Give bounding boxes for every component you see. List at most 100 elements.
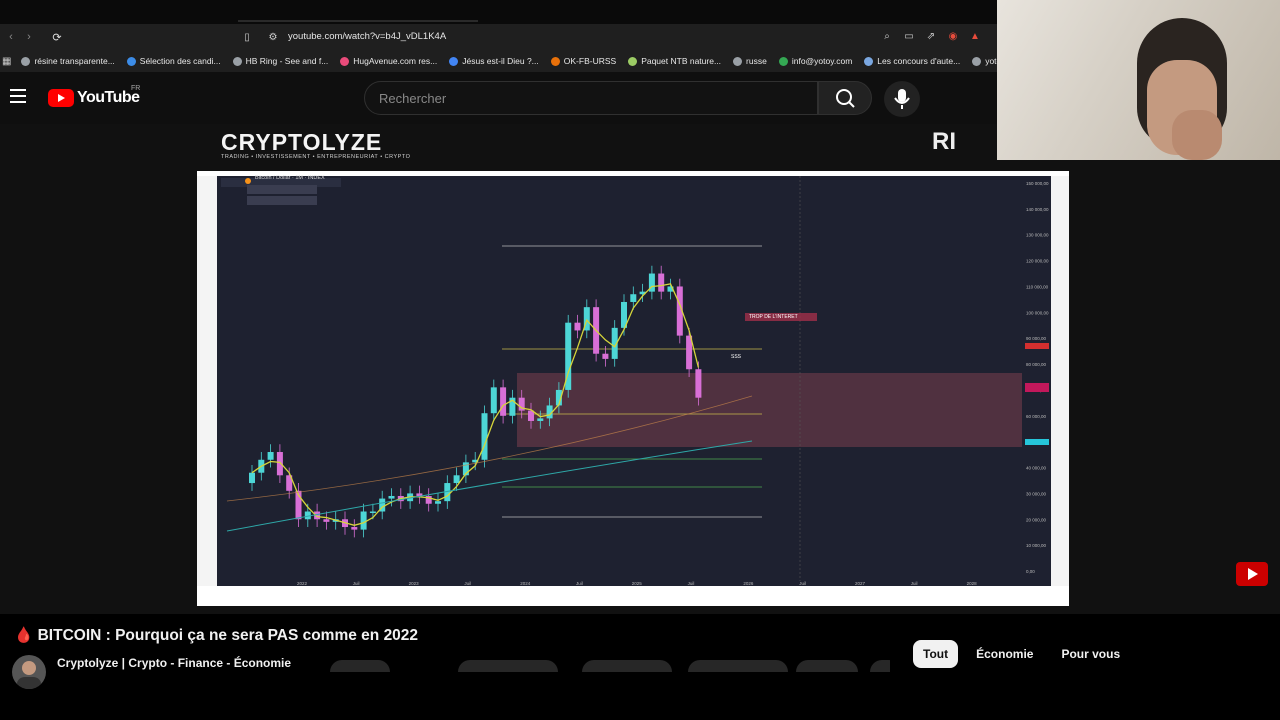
x-tick-label: 2027: [855, 581, 866, 586]
extension-icon[interactable]: ◉: [946, 29, 960, 43]
video-brand-title: CRYPTOLYZE: [221, 129, 383, 155]
search-icon: [836, 89, 855, 108]
bookmark-favicon-icon: [778, 56, 788, 66]
x-tick-label: 2024: [520, 581, 531, 586]
bookmark-item[interactable]: Jésus est-il Dieu ?...: [449, 56, 539, 66]
y-tick-label: 100 000,00: [1026, 310, 1049, 315]
bookmark-favicon-icon: [232, 56, 242, 66]
video-partner-logo: RI: [932, 128, 956, 155]
action-rate-partial[interactable]: [458, 660, 558, 672]
y-tick-label: 60 000,00: [1026, 414, 1047, 419]
bookmark-item[interactable]: Sélection des candi...: [126, 56, 221, 66]
search-placeholder: Rechercher: [379, 91, 447, 106]
channel-name[interactable]: Cryptolyze | Crypto - Finance - Économie: [57, 656, 291, 670]
webcam-overlay: [997, 0, 1280, 160]
bookmark-icon[interactable]: ▯: [240, 30, 254, 44]
candle: [695, 369, 702, 398]
bookmark-favicon-icon: [628, 56, 638, 66]
candle: [369, 511, 376, 514]
bookmark-item[interactable]: Paquet NTB nature...: [628, 56, 721, 66]
candle: [360, 511, 367, 530]
subscribe-watermark-icon[interactable]: [1235, 559, 1269, 593]
bookmark-favicon-icon: [550, 56, 560, 66]
video-title: 🩸 BITCOIN : Pourquoi ça ne sera PAS comm…: [14, 627, 419, 644]
active-tab-indicator: [238, 20, 478, 22]
bookmark-label: Paquet NTB nature...: [641, 56, 722, 66]
search-input[interactable]: Rechercher: [364, 81, 818, 115]
bookmark-label: HugAvenue.com res...: [353, 56, 438, 66]
apps-icon[interactable]: ▦: [2, 54, 11, 68]
candle: [630, 294, 637, 302]
chart-label-sss: SSS: [731, 354, 742, 360]
action-save-partial[interactable]: [688, 660, 788, 672]
avatar-icon: [17, 661, 41, 689]
y-tick-label: 90 000,00: [1026, 336, 1047, 341]
x-tick-label: Juil: [688, 581, 695, 586]
candle: [602, 353, 609, 359]
search-button[interactable]: [818, 81, 872, 115]
bookmark-item[interactable]: HB Ring - See and f...: [232, 56, 329, 66]
bookmark-item[interactable]: HugAvenue.com res...: [340, 56, 437, 66]
bookmark-item[interactable]: Les concours d'aute...: [864, 56, 960, 66]
x-tick-label: Juil: [353, 581, 360, 586]
chart-header: Bitcoin / Dollar · 1M · INDEX: [255, 175, 325, 181]
bookmark-item[interactable]: info@yotoy.com: [778, 56, 853, 66]
chart-annotation: TROP DE L'INTERET: [749, 314, 798, 320]
candle: [249, 472, 255, 484]
y-tick-label: 130 000,00: [1026, 233, 1049, 238]
bookmark-label: russe: [746, 56, 767, 66]
action-clip-partial[interactable]: [796, 660, 858, 672]
share-icon[interactable]: ⇗: [924, 29, 938, 43]
candle: [537, 418, 544, 421]
y-tick-label: 120 000,00: [1026, 259, 1049, 264]
recommendation-chips: Tout Économie Pour vous: [913, 640, 1130, 668]
y-tick-label: 140 000,00: [1026, 207, 1049, 212]
bookmark-item[interactable]: OK-FB-URSS: [550, 56, 616, 66]
bookmark-label: Jésus est-il Dieu ?...: [462, 56, 539, 66]
candle: [658, 273, 665, 292]
reload-icon[interactable]: ⟳: [50, 30, 64, 44]
candle: [435, 501, 441, 504]
chip-for-you[interactable]: Pour vous: [1051, 640, 1130, 668]
action-more-partial[interactable]: [870, 660, 890, 672]
menu-icon[interactable]: [10, 89, 26, 107]
forward-icon[interactable]: ›: [22, 30, 36, 44]
cast-icon[interactable]: ▭: [902, 29, 916, 43]
y-tick-label: 80 000,00: [1026, 362, 1047, 367]
profile-icon[interactable]: ▲: [968, 29, 982, 43]
bookmark-label: info@yotoy.com: [791, 56, 853, 66]
x-tick-label: 2023: [409, 581, 420, 586]
back-icon[interactable]: ‹: [4, 30, 18, 44]
site-info-icon[interactable]: ⚙: [266, 30, 280, 44]
video-actions-row: [330, 660, 890, 672]
bookmark-label: résine transparente...: [34, 56, 115, 66]
zoom-icon[interactable]: ⌕: [880, 29, 894, 43]
bookmark-item[interactable]: russe: [733, 56, 767, 66]
bookmark-label: Les concours d'aute...: [877, 56, 961, 66]
chip-economy[interactable]: Économie: [966, 640, 1043, 668]
bookmark-item[interactable]: résine transparente...: [21, 56, 115, 66]
bookmark-item[interactable]: yotoy: [972, 56, 997, 66]
url-field[interactable]: youtube.com/watch?v=b4J_vDL1K4A: [288, 31, 446, 42]
action-share-partial[interactable]: [582, 660, 672, 672]
x-tick-label: 2028: [967, 581, 978, 586]
x-tick-label: 2025: [632, 581, 643, 586]
youtube-logo[interactable]: YouTube: [48, 89, 140, 107]
y-tick-label: 0,00: [1026, 569, 1035, 574]
bookmark-label: yotoy: [985, 56, 997, 66]
bookmark-favicon-icon: [21, 56, 31, 66]
y-tick-label: 40 000,00: [1026, 466, 1047, 471]
action-like-partial[interactable]: [330, 660, 390, 672]
youtube-play-icon: [48, 89, 74, 107]
y-tick-label: 110 000,00: [1026, 284, 1049, 289]
candle: [453, 475, 460, 484]
voice-search-button[interactable]: [884, 81, 920, 117]
y-tick-label: 20 000,00: [1026, 517, 1047, 522]
x-tick-label: Juil: [464, 581, 471, 586]
chip-all[interactable]: Tout: [913, 640, 959, 668]
bookmark-favicon-icon: [733, 56, 743, 66]
resistance-zone: [517, 373, 1022, 447]
bookmark-label: HB Ring - See and f...: [245, 56, 329, 66]
channel-avatar[interactable]: [12, 655, 46, 689]
x-tick-label: Juil: [911, 581, 918, 586]
